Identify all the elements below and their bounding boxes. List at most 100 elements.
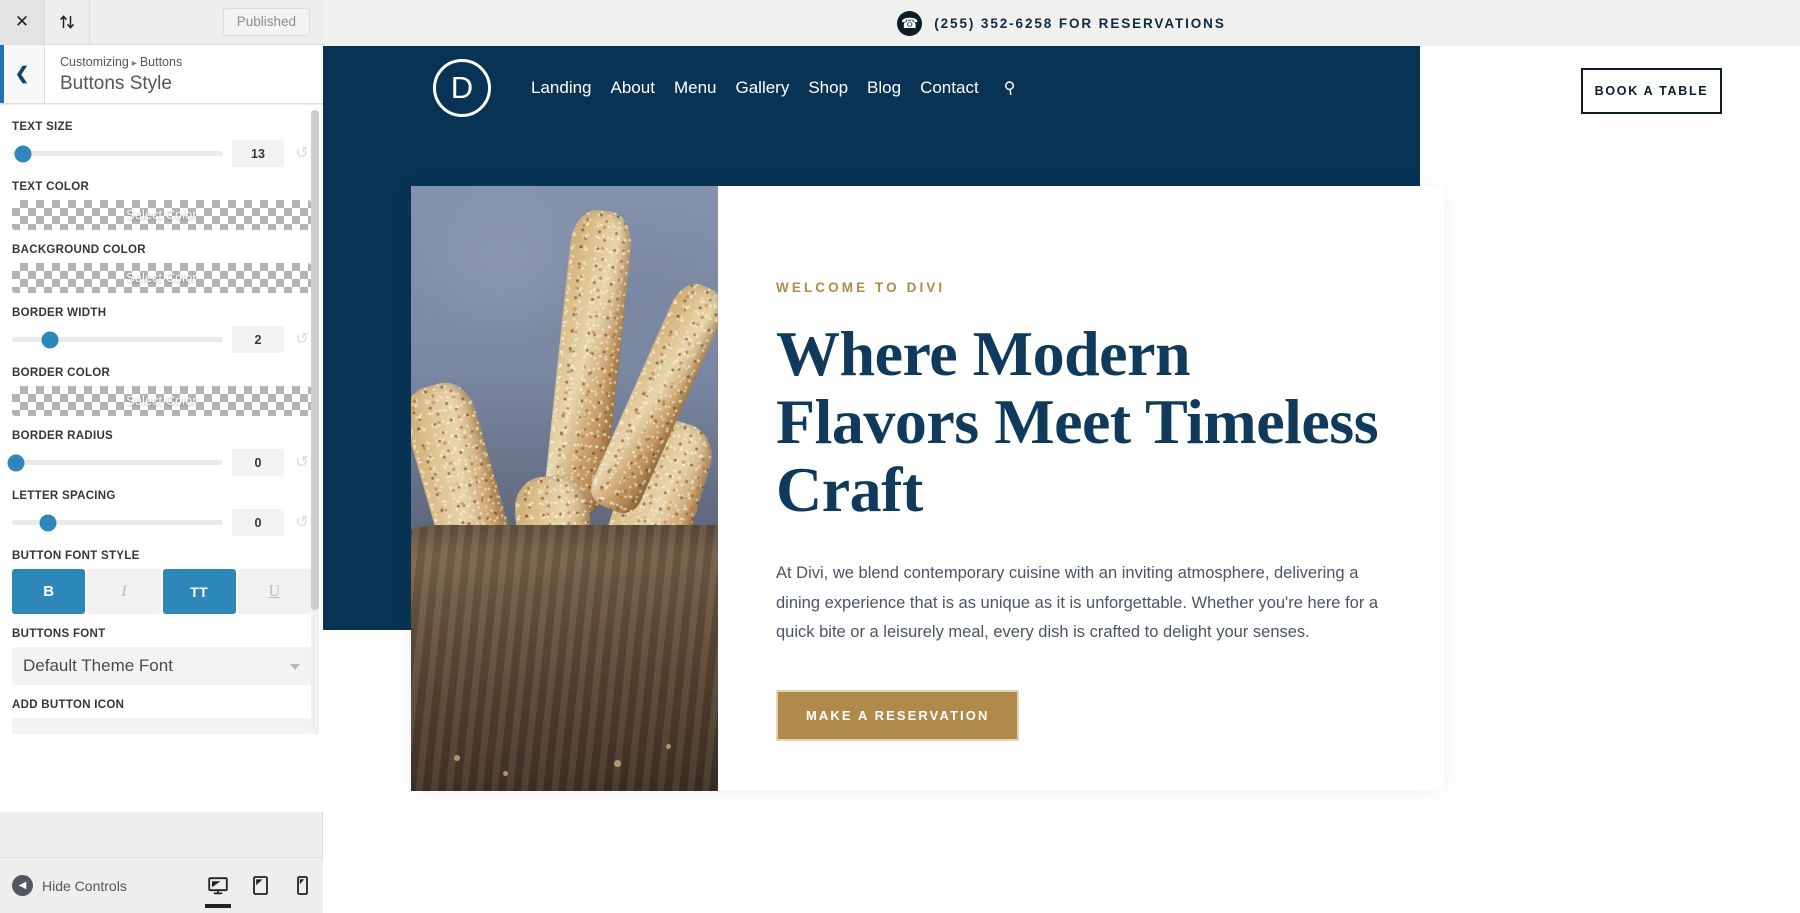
- slider-value-input[interactable]: 0: [232, 509, 284, 536]
- slider-value-input[interactable]: 2: [232, 326, 284, 353]
- published-button[interactable]: Published: [222, 8, 310, 36]
- slider-row: 0 ↺: [7, 449, 311, 476]
- crumb: [613, 759, 621, 767]
- select-color-label: Select Color: [126, 394, 197, 408]
- slider-row: 13 ↺: [12, 140, 311, 167]
- panel-header-text: Customizing ▸ Buttons Buttons Style: [45, 45, 182, 103]
- nav-item-landing[interactable]: Landing: [531, 78, 592, 98]
- hide-controls-label: Hide Controls: [42, 877, 127, 894]
- breadcrumb: Customizing ▸ Buttons: [60, 54, 182, 70]
- hero-heading: Where Modern Flavors Meet Timeless Craft: [776, 318, 1379, 525]
- preview-topbar: ☎ (255) 352-6258 FOR RESERVATIONS: [323, 0, 1800, 46]
- slider-handle[interactable]: [7, 454, 25, 471]
- hero-eyebrow: WELCOME TO DIVI: [776, 280, 946, 295]
- select-color-button[interactable]: Select Color: [12, 263, 311, 293]
- book-a-table-label: BOOK A TABLE: [1581, 68, 1722, 114]
- phone-icon: ☎: [897, 10, 923, 36]
- select-color-button[interactable]: Select Color: [12, 386, 311, 416]
- search-icon[interactable]: ⚲: [1002, 77, 1017, 98]
- make-a-reservation-button[interactable]: MAKE A RESERVATION: [776, 689, 1020, 741]
- customizer-footer: ◀ Hide Controls: [0, 857, 323, 913]
- hero-paragraph: At Divi, we blend contemporary cuisine w…: [776, 564, 1379, 642]
- chevron-left-icon[interactable]: ❮: [0, 45, 45, 103]
- font-style-toggle-group: B I TT U: [12, 569, 311, 614]
- slider-value-input[interactable]: 0: [232, 449, 284, 476]
- reset-icon[interactable]: ↺: [293, 514, 311, 531]
- control-buttons-font: BUTTONS FONT Default Theme Font: [12, 628, 311, 685]
- customizer-screen: ✕ Published ❮ Customizing ▸ Buttons Button…: [0, 0, 1800, 913]
- slider-handle[interactable]: [39, 514, 57, 531]
- customizer-toolbar: ✕ Published: [0, 0, 323, 45]
- reservations-phone-text: (255) 352-6258 FOR RESERVATIONS: [934, 15, 1226, 31]
- control-label: TEXT SIZE: [12, 121, 73, 133]
- breadcrumb-current: Buttons: [139, 55, 183, 69]
- site-logo[interactable]: D: [433, 59, 491, 117]
- uppercase-toggle[interactable]: TT: [162, 569, 236, 614]
- breadcrumb-separator: ▸: [131, 58, 137, 69]
- mobile-icon[interactable]: [281, 858, 323, 913]
- nav-item-contact[interactable]: Contact: [920, 78, 979, 98]
- hero-food-image: [411, 186, 718, 791]
- desktop-icon[interactable]: [197, 858, 239, 913]
- italic-toggle[interactable]: I: [87, 569, 161, 614]
- control-border-width: BORDER WIDTH 2 ↺: [12, 307, 311, 353]
- nav-item-gallery[interactable]: Gallery: [735, 78, 789, 98]
- control-button-font-style: BUTTON FONT STYLE B I TT U: [12, 550, 311, 614]
- slider-row: 2 ↺: [12, 326, 311, 353]
- collapse-left-icon: ◀: [12, 875, 33, 896]
- control-label: BORDER RADIUS: [12, 430, 114, 442]
- slider-row: 0 ↺: [12, 509, 311, 536]
- crumb: [665, 743, 671, 749]
- site-preview-frame: ☎ (255) 352-6258 FOR RESERVATIONS D Land…: [323, 0, 1800, 913]
- select-color-button[interactable]: Select Color: [12, 200, 311, 230]
- breadcrumb-root[interactable]: Customizing: [60, 55, 129, 69]
- sidebar-scrollbar[interactable]: [311, 110, 319, 735]
- scrollbar-thumb[interactable]: [311, 110, 319, 610]
- control-label: LETTER SPACING: [12, 490, 116, 502]
- control-label: BORDER WIDTH: [12, 307, 107, 319]
- nav-item-blog[interactable]: Blog: [867, 78, 901, 98]
- slider-handle[interactable]: [41, 331, 59, 348]
- control-text-size: TEXT SIZE 13 ↺: [12, 121, 311, 167]
- control-label: BACKGROUND COLOR: [12, 244, 146, 256]
- hero-text-column: WELCOME TO DIVI Where Modern Flavors Mee…: [718, 186, 1444, 791]
- control-label: BUTTONS FONT: [12, 628, 106, 640]
- nav-item-shop[interactable]: Shop: [808, 78, 848, 98]
- control-label: ADD BUTTON ICON: [12, 699, 125, 711]
- slider-handle[interactable]: [14, 145, 32, 162]
- control-border-radius: BORDER RADIUS 0 ↺: [7, 430, 311, 476]
- nav-item-menu[interactable]: Menu: [674, 78, 717, 98]
- customizer-controls-body: TEXT SIZE 13 ↺ TEXT COLOR Select Color B…: [0, 105, 323, 812]
- slider-track[interactable]: [12, 514, 223, 531]
- close-icon[interactable]: ✕: [0, 0, 45, 44]
- buttons-font-select[interactable]: Default Theme Font: [12, 647, 311, 685]
- reset-icon[interactable]: ↺: [293, 145, 311, 162]
- site-navbar: D Landing About Menu Gallery Shop Blog C…: [323, 46, 1420, 130]
- hero-content-card: WELCOME TO DIVI Where Modern Flavors Mee…: [411, 186, 1444, 791]
- reset-icon[interactable]: ↺: [293, 454, 311, 471]
- slider-value-input[interactable]: 13: [232, 140, 284, 167]
- control-label: BORDER COLOR: [12, 367, 111, 379]
- book-a-table-button[interactable]: BOOK A TABLE: [1579, 66, 1724, 116]
- select-color-label: Select Color: [126, 208, 197, 222]
- add-button-icon-field[interactable]: [12, 718, 311, 734]
- page-title: Buttons Style: [60, 73, 172, 95]
- primary-menu: Landing About Menu Gallery Shop Blog Con…: [531, 77, 1017, 98]
- slider-track[interactable]: [7, 454, 223, 471]
- control-add-button-icon: ADD BUTTON ICON: [12, 699, 311, 734]
- control-border-color: BORDER COLOR Select Color: [12, 367, 311, 416]
- slider-track[interactable]: [12, 145, 223, 162]
- nav-item-about[interactable]: About: [611, 78, 655, 98]
- control-label: TEXT COLOR: [12, 181, 90, 193]
- underline-toggle[interactable]: U: [237, 569, 311, 614]
- crumb: [453, 754, 460, 761]
- reset-icon[interactable]: ↺: [293, 331, 311, 348]
- sync-arrows-icon[interactable]: [45, 0, 90, 44]
- control-text-color: TEXT COLOR Select Color: [12, 181, 311, 230]
- hide-controls-button[interactable]: ◀ Hide Controls: [0, 875, 127, 896]
- slider-track[interactable]: [12, 331, 223, 348]
- bold-toggle[interactable]: B: [12, 569, 86, 614]
- tablet-icon[interactable]: [239, 858, 281, 913]
- buttons-font-value: Default Theme Font: [23, 656, 173, 675]
